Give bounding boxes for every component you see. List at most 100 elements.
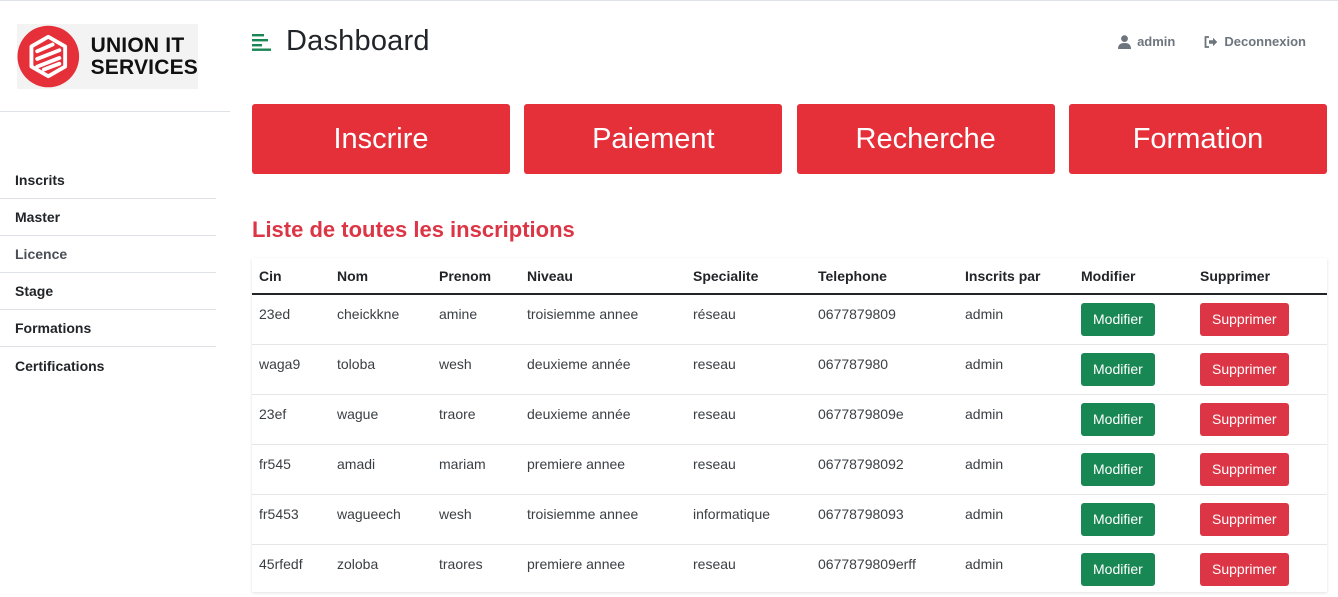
column-header-supprimer: Supprimer [1193, 258, 1327, 295]
sign-out-icon [1204, 35, 1218, 48]
modify-button[interactable]: Modifier [1081, 352, 1155, 386]
sidebar-item-master[interactable]: Master [0, 199, 216, 236]
cell-inscrits-par: admin [958, 394, 1074, 445]
cell-specialite: reseau [693, 555, 736, 572]
logout-link[interactable]: Deconnexion [1204, 34, 1306, 49]
cell-modifier: Modifier [1074, 544, 1193, 592]
recherche-button[interactable]: Recherche [796, 104, 1055, 174]
cell-inscrits-par: admin [958, 294, 1074, 345]
cell-modifier: Modifier [1074, 444, 1193, 495]
cell-prenom: traore [432, 394, 520, 445]
page-title: Dashboard [286, 25, 430, 57]
delete-button[interactable]: Supprimer [1200, 502, 1289, 536]
user-icon [1118, 34, 1132, 49]
table-row: 23ed cheickkne amine troisiemme annee réseau… [252, 294, 1327, 345]
cell-supprimer: Supprimer [1193, 544, 1327, 592]
cell-nom: toloba [330, 344, 432, 395]
menu-icon[interactable] [252, 33, 272, 51]
modify-button[interactable]: Modifier [1081, 502, 1155, 536]
cell-nom: zoloba [337, 555, 379, 572]
cell-supprimer: Supprimer [1193, 344, 1327, 395]
user-link[interactable]: admin [1118, 34, 1175, 49]
cell-nom: wague [330, 394, 432, 445]
logo-mark-icon [17, 25, 80, 88]
logo-text: UNION IT SERVICES [90, 33, 198, 79]
cell-niveau: troisiemme annee [520, 494, 686, 545]
cell-cin: fr5453 [252, 494, 330, 545]
cell-niveau: deuxieme année [520, 344, 686, 395]
column-header-inscrits-par: Inscrits par [958, 258, 1074, 295]
delete-button[interactable]: Supprimer [1200, 352, 1289, 386]
sidebar-item-licence[interactable]: Licence [0, 236, 216, 273]
cell-telephone: 06778798093 [811, 494, 958, 545]
column-header-modifier: Modifier [1074, 258, 1193, 295]
table-row: fr5453 wagueech wesh troisiemme annee inform… [252, 494, 1327, 545]
cell-specialite: réseau [686, 294, 811, 345]
cell-inscrits-par: admin [958, 494, 1074, 545]
delete-button[interactable]: Supprimer [1200, 452, 1289, 486]
cell-niveau: troisiemme annee [520, 294, 686, 345]
cell-prenom: traores [439, 555, 483, 572]
cell-modifier: Modifier [1074, 344, 1193, 395]
cell-inscrits-par: admin [965, 555, 1004, 572]
cell-cin: waga9 [252, 344, 330, 395]
delete-button[interactable]: Supprimer [1200, 303, 1289, 336]
cell-prenom: amine [432, 294, 520, 345]
inscrire-button[interactable]: Inscrire [252, 104, 510, 174]
cell-cin: 45rfedf [259, 555, 303, 572]
delete-button[interactable]: Supprimer [1200, 402, 1289, 436]
header-user-menu: admin Deconnexion [1118, 34, 1306, 49]
page-header: Dashboard [252, 25, 430, 58]
column-header-cin: Cin [252, 258, 330, 295]
sidebar-divider [0, 111, 230, 112]
modify-button[interactable]: Modifier [1081, 303, 1155, 336]
modify-button[interactable]: Modifier [1081, 402, 1155, 436]
sidebar-item-stage[interactable]: Stage [0, 273, 216, 310]
logo[interactable]: UNION IT SERVICES [17, 24, 198, 89]
cell-supprimer: Supprimer [1193, 394, 1327, 445]
cell-niveau: premiere annee [520, 444, 686, 495]
cell-nom: amadi [330, 444, 432, 495]
cell-inscrits-par: admin [958, 444, 1074, 495]
cell-specialite: reseau [686, 394, 811, 445]
cell-modifier: Modifier [1074, 394, 1193, 445]
cell-supprimer: Supprimer [1193, 294, 1327, 345]
quick-actions: Inscrire Paiement Recherche Formation [252, 104, 1327, 174]
modify-button[interactable]: Modifier [1081, 552, 1155, 586]
logout-label: Deconnexion [1224, 34, 1306, 49]
cell-cin: fr545 [252, 444, 330, 495]
cell-inscrits-par: admin [958, 344, 1074, 395]
cell-telephone: 0677879809 [811, 294, 958, 345]
user-label: admin [1137, 34, 1176, 49]
sidebar: UNION IT SERVICES Inscrits Master Licenc… [0, 1, 230, 597]
sidebar-nav: Inscrits Master Licence Stage Formations… [0, 162, 216, 384]
cell-cin: 23ed [252, 294, 330, 345]
sidebar-item-inscrits[interactable]: Inscrits [0, 162, 216, 199]
table-row: 45rfedf zoloba traores premiere annee reseau… [252, 544, 1327, 592]
sidebar-item-certifications[interactable]: Certifications [0, 347, 216, 384]
section-title: Liste de toutes les inscriptions [252, 217, 575, 242]
table-row: fr545 amadi mariam premiere annee reseau 0677… [252, 444, 1327, 495]
logo-text-line1: UNION IT [90, 33, 185, 57]
cell-cin: 23ef [252, 394, 330, 445]
cell-prenom: mariam [432, 444, 520, 495]
cell-telephone: 067787980 [811, 344, 958, 395]
delete-button[interactable]: Supprimer [1200, 552, 1289, 586]
formation-button[interactable]: Formation [1068, 104, 1327, 174]
cell-nom: wagueech [330, 494, 432, 545]
modify-button[interactable]: Modifier [1081, 452, 1155, 486]
cell-prenom: wesh [432, 494, 520, 545]
cell-specialite: reseau [686, 344, 811, 395]
cell-niveau: deuxieme année [520, 394, 686, 445]
cell-telephone: 06778798092 [811, 444, 958, 495]
logo-text-line2: SERVICES [90, 55, 198, 79]
cell-modifier: Modifier [1074, 494, 1193, 545]
sidebar-item-formations[interactable]: Formations [0, 310, 216, 347]
table-row: waga9 toloba wesh deuxieme année reseau 06778… [252, 344, 1327, 395]
cell-telephone: 0677879809erff [818, 555, 916, 572]
cell-supprimer: Supprimer [1193, 444, 1327, 495]
column-header-specialite: Specialite [686, 258, 811, 295]
column-header-prenom: Prenom [432, 258, 520, 295]
table-header-row: Cin Nom Prenom Niveau Specialite Telephone Ins… [252, 258, 1327, 295]
paiement-button[interactable]: Paiement [524, 104, 783, 174]
